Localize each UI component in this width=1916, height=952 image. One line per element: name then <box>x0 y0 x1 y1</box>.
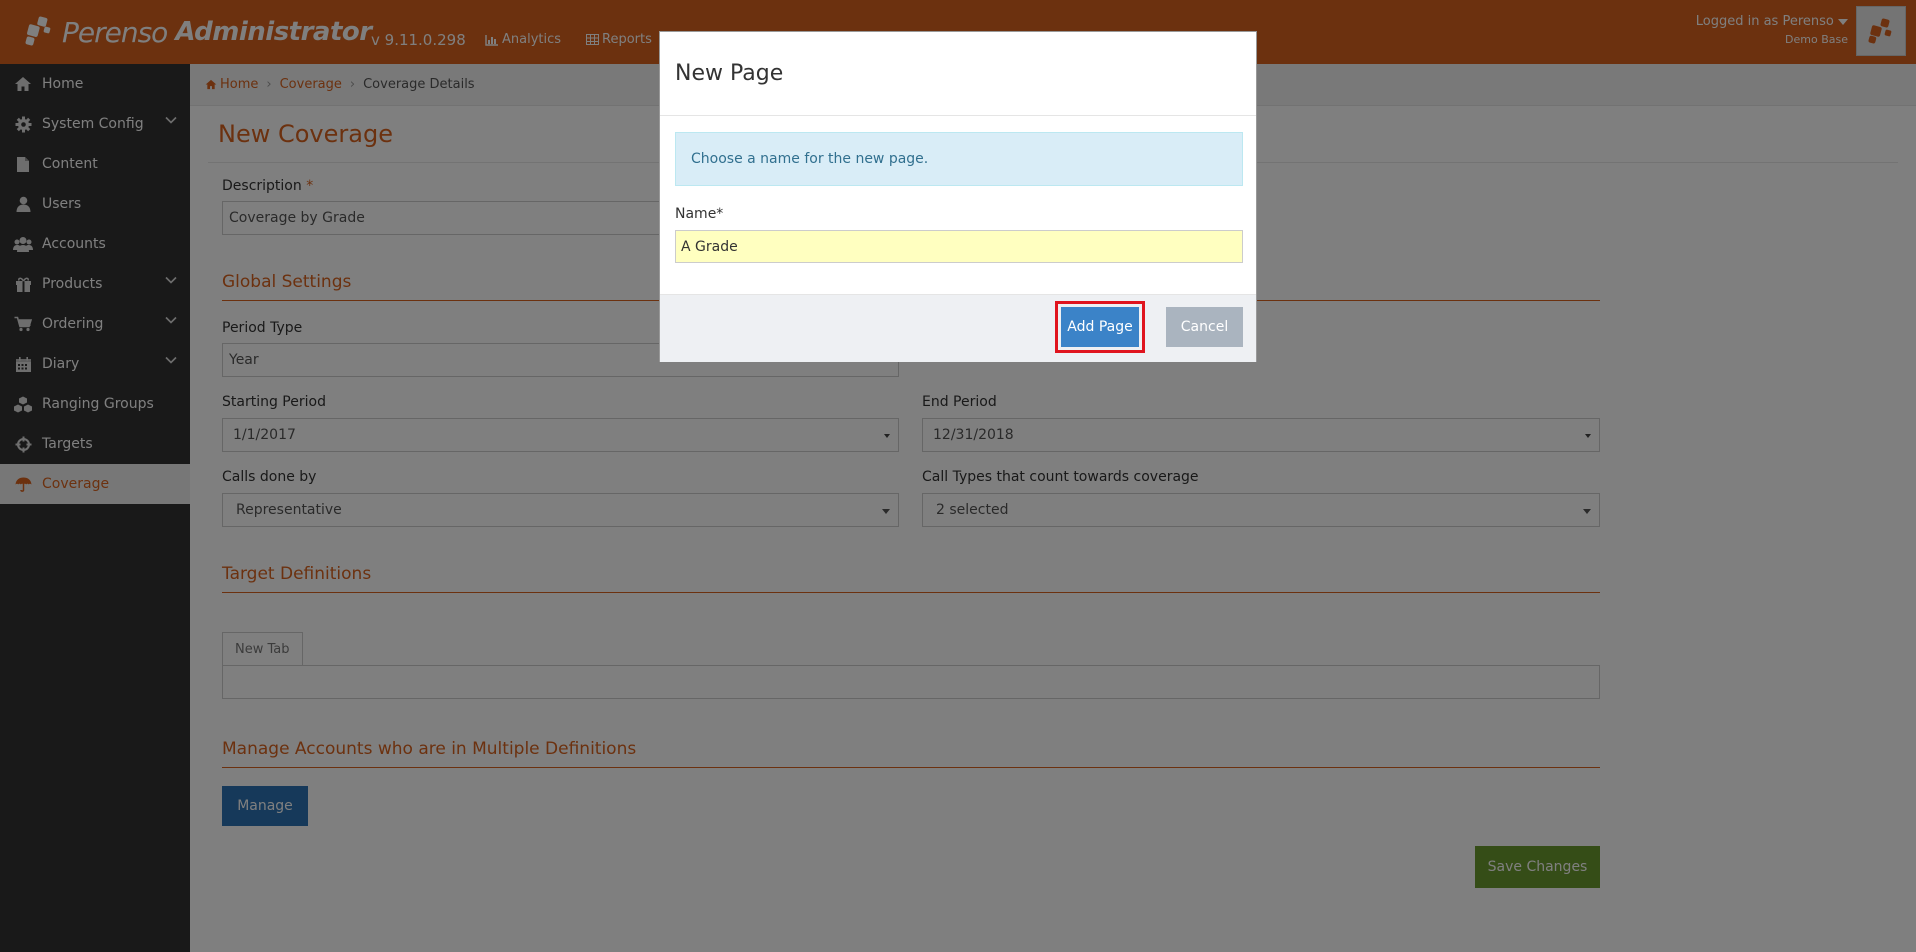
cancel-button[interactable]: Cancel <box>1166 307 1243 347</box>
name-input[interactable]: A Grade <box>675 230 1243 263</box>
info-alert: Choose a name for the new page. <box>675 132 1243 186</box>
modal-header: New Page <box>660 32 1256 116</box>
add-page-button[interactable]: Add Page <box>1061 307 1139 347</box>
new-page-modal: New Page Choose a name for the new page.… <box>659 31 1257 362</box>
name-label: Name* <box>675 206 724 222</box>
modal-title: New Page <box>675 61 784 86</box>
